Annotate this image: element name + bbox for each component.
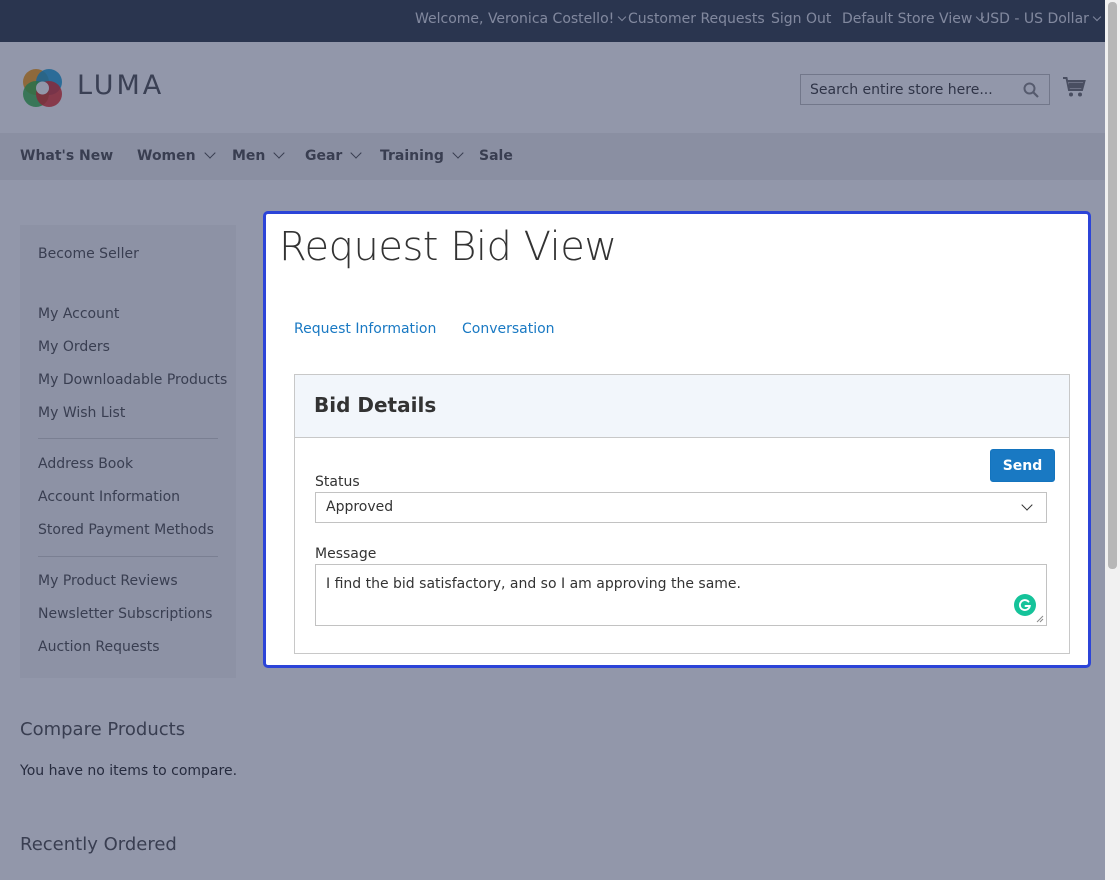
nav-item-women[interactable]: Women: [137, 147, 216, 164]
sidebar-divider: [38, 556, 218, 557]
resize-handle-icon[interactable]: [1036, 615, 1044, 623]
customer-requests-link[interactable]: Customer Requests: [628, 11, 765, 27]
bid-details-panel: Bid Details Send Status Approved Message…: [294, 374, 1070, 654]
tab-request-information[interactable]: Request Information: [294, 321, 436, 337]
message-textarea[interactable]: I find the bid satisfactory, and so I am…: [315, 564, 1047, 626]
store-view-switcher[interactable]: Default Store View: [842, 11, 985, 27]
welcome-text: Welcome, Veronica Costello!: [415, 11, 615, 27]
nav-label: Men: [232, 148, 266, 164]
chevron-down-icon: [1092, 12, 1102, 22]
sidebar-item-downloadable-products[interactable]: My Downloadable Products: [38, 372, 227, 388]
search-input[interactable]: [801, 75, 1021, 104]
sidebar-item-newsletter-subscriptions[interactable]: Newsletter Subscriptions: [38, 606, 212, 622]
sidebar-item-stored-payment-methods[interactable]: Stored Payment Methods: [38, 522, 214, 538]
page: Welcome, Veronica Costello! Customer Req…: [0, 0, 1105, 880]
compare-products-title: Compare Products: [20, 719, 186, 740]
page-scrollbar[interactable]: [1105, 0, 1120, 880]
tab-conversation[interactable]: Conversation: [462, 321, 555, 337]
chevron-down-icon: [203, 147, 216, 159]
nav-item-sale[interactable]: Sale: [479, 148, 513, 164]
status-label: Status: [315, 474, 360, 490]
search-icon[interactable]: [1023, 82, 1039, 98]
sign-out-link[interactable]: Sign Out: [771, 11, 831, 27]
status-value: Approved: [326, 499, 394, 515]
nav-label: Women: [137, 148, 196, 164]
chevron-down-icon: [273, 147, 286, 159]
chevron-down-icon: [452, 147, 464, 159]
sidebar-item-my-account[interactable]: My Account: [38, 306, 119, 322]
currency-switcher[interactable]: USD - US Dollar: [980, 11, 1102, 27]
logo[interactable]: LUMA: [20, 65, 170, 109]
search-box: [800, 74, 1050, 105]
sidebar-item-wish-list[interactable]: My Wish List: [38, 405, 125, 421]
sidebar-item-product-reviews[interactable]: My Product Reviews: [38, 573, 178, 589]
nav-item-whats-new[interactable]: What's New: [20, 148, 113, 164]
bid-details-header: Bid Details: [295, 375, 1069, 438]
recently-ordered-title: Recently Ordered: [20, 834, 177, 855]
currency-label: USD - US Dollar: [980, 11, 1089, 27]
main-navigation: What's New Women Men Gear Training Sale: [0, 133, 1105, 180]
luma-logo-icon: [23, 69, 62, 107]
nav-item-training[interactable]: Training: [380, 147, 464, 164]
top-bar: Welcome, Veronica Costello! Customer Req…: [0, 0, 1105, 42]
grammarly-icon[interactable]: [1014, 594, 1036, 616]
status-select[interactable]: Approved: [315, 492, 1047, 523]
sidebar-item-auction-requests[interactable]: Auction Requests: [38, 639, 160, 655]
request-bid-view-panel: Request Bid View Request Information Con…: [263, 211, 1091, 668]
message-value: I find the bid satisfactory, and so I am…: [326, 576, 741, 592]
nav-item-men[interactable]: Men: [232, 147, 286, 164]
nav-label: Sale: [479, 148, 513, 164]
welcome-menu[interactable]: Welcome, Veronica Costello!: [415, 11, 627, 27]
sidebar-item-account-information[interactable]: Account Information: [38, 489, 180, 505]
chevron-down-icon: [1021, 499, 1033, 511]
account-sidebar: Become Seller My Account My Orders My Do…: [20, 225, 236, 678]
logo-text: LUMA: [77, 70, 165, 101]
nav-item-gear[interactable]: Gear: [305, 147, 363, 164]
header: LUMA: [0, 42, 1105, 133]
sidebar-item-become-seller[interactable]: Become Seller: [38, 246, 139, 262]
page-title: Request Bid View: [279, 224, 617, 270]
nav-label: Training: [380, 148, 444, 164]
chevron-down-icon: [350, 147, 363, 159]
bid-details-title: Bid Details: [314, 393, 437, 417]
compare-empty-text: You have no items to compare.: [20, 763, 238, 779]
send-button[interactable]: Send: [990, 449, 1055, 482]
sidebar-item-address-book[interactable]: Address Book: [38, 456, 133, 472]
scrollbar-thumb[interactable]: [1108, 2, 1117, 569]
nav-label: What's New: [20, 148, 114, 164]
message-label: Message: [315, 546, 377, 562]
cart-icon[interactable]: [1062, 76, 1086, 98]
store-view-label: Default Store View: [842, 11, 973, 27]
nav-label: Gear: [305, 148, 343, 164]
chevron-down-icon: [618, 12, 627, 22]
sidebar-item-my-orders[interactable]: My Orders: [38, 339, 110, 355]
sidebar-divider: [38, 438, 218, 439]
